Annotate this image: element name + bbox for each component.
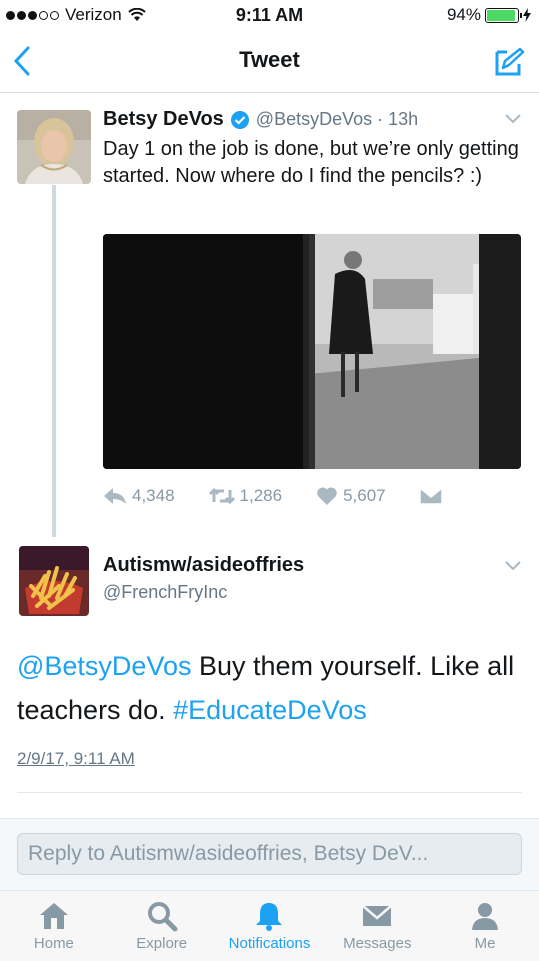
avatar[interactable] [19,546,89,616]
tab-label: Home [33,935,74,952]
tab-me[interactable]: Me [431,891,539,961]
envelope-icon [362,905,393,926]
like-count: 5,607 [343,486,386,505]
heart-icon [317,487,337,505]
home-icon [39,903,68,929]
retweet-icon [208,487,235,505]
tab-label: Explore [136,935,188,952]
tab-label: Me [474,935,496,952]
author-name[interactable]: Betsy DeVos [103,108,224,131]
charging-icon [523,8,531,22]
nav-bar: Tweet [0,30,539,93]
thread-line [52,185,56,537]
direct-message-button[interactable] [419,488,442,504]
reply-timestamp[interactable]: 2/9/17, 9:11 AM [17,749,135,769]
tab-label: Notifications [228,935,311,952]
avatar[interactable] [17,110,91,184]
reply-author-name[interactable]: Autismw/asideoffries [103,554,304,577]
like-button[interactable]: 5,607 [316,486,386,506]
author-handle[interactable]: @BetsyDeVos · 13h [256,109,418,130]
page-title: Tweet [239,47,300,72]
chevron-down-icon[interactable] [505,561,521,571]
hashtag-link[interactable]: #EducateDeVos [173,695,367,725]
envelope-icon [419,488,442,504]
tab-bar: Home Explore Notifications Messages Me [0,890,539,961]
retweet-count: 1,286 [239,486,283,505]
reply-composer: Reply to Autismw/asideoffries, Betsy DeV… [0,818,539,891]
reply-icon [104,488,126,504]
tab-label: Messages [343,935,412,952]
tab-notifications[interactable]: Notifications [216,891,324,961]
divider [17,792,522,793]
tab-explore[interactable]: Explore [108,891,216,961]
retweet-button[interactable]: 1,286 [208,486,283,506]
reply-button[interactable]: 4,348 [103,486,175,506]
tweet-text: Day 1 on the job is done, but we’re only… [103,138,519,187]
search-icon [147,902,178,932]
tab-home[interactable]: Home [0,891,108,961]
tweet-photo[interactable] [103,234,521,469]
reply-text: @BetsyDeVos Buy them yourself. Like all … [17,644,522,732]
battery-percent: 94% [446,5,481,24]
tweet-header: Betsy DeVos @BetsyDeVos · 13h [103,108,418,131]
reply-input[interactable]: Reply to Autismw/asideoffries, Betsy DeV… [17,833,522,875]
chevron-down-icon[interactable] [505,114,521,124]
reply-author-handle[interactable]: @FrenchFryInc [103,582,227,603]
battery-icon [485,7,522,23]
bell-icon [256,903,283,931]
reply-count: 4,348 [132,486,175,505]
person-icon [472,903,499,930]
tweet-actions: 4,348 1,286 5,607 [103,486,523,506]
battery: 94% [447,5,531,25]
verified-badge-icon [230,110,249,129]
status-bar: Verizon 9:11 AM 94% [0,0,539,30]
tab-messages[interactable]: Messages [323,891,431,961]
mention-link[interactable]: @BetsyDeVos [17,651,192,681]
compose-tweet-icon[interactable] [493,46,525,78]
